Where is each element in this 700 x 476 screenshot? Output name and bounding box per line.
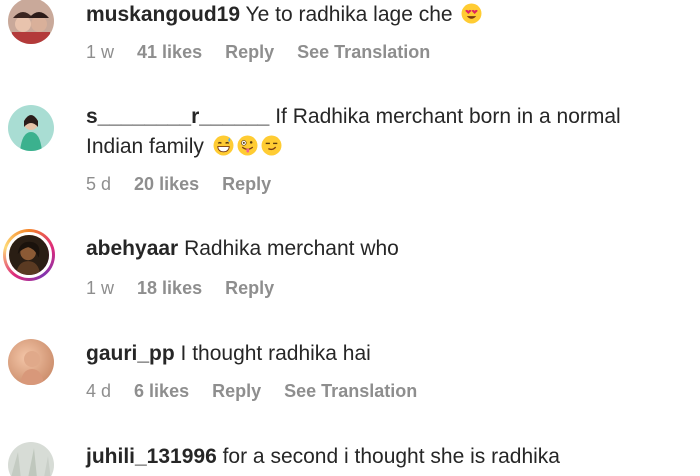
- avatar[interactable]: [8, 105, 54, 151]
- username-link[interactable]: juhili_131996: [86, 445, 217, 468]
- avatar[interactable]: [8, 442, 54, 476]
- comment-meta: 1 w 18 likes Reply: [86, 276, 292, 300]
- comment-text: gauri_pp I thought radhika hai: [86, 339, 371, 369]
- comment-text: abehyaar Radhika merchant who: [86, 234, 399, 264]
- avatar-image: [8, 339, 54, 385]
- avatar-image: [8, 442, 54, 476]
- username-link[interactable]: gauri_pp: [86, 342, 175, 365]
- comment-meta: 1 w 41 likes Reply See Translation: [86, 40, 448, 64]
- comment-body: I thought radhika hai: [180, 342, 371, 365]
- comment-text: s________r______ If Radhika merchant bor…: [86, 102, 621, 132]
- username-link[interactable]: s________r______: [86, 105, 269, 128]
- likes-count[interactable]: 18 likes: [137, 278, 202, 298]
- timestamp: 1 w: [86, 278, 115, 298]
- timestamp: 1 w: [86, 42, 115, 62]
- grin-sweat-emoji-icon: [213, 135, 234, 156]
- comment-body: Ye to radhika lage che: [245, 3, 453, 26]
- reply-button[interactable]: Reply: [225, 278, 274, 298]
- timestamp: 5 d: [86, 174, 112, 194]
- username-link[interactable]: muskangoud19: [86, 3, 240, 26]
- comment-body: for a second i thought she is radhika: [222, 445, 560, 468]
- comment-meta: 4 d 6 likes Reply See Translation: [86, 379, 435, 403]
- reply-button[interactable]: Reply: [225, 42, 274, 62]
- comment-text: juhili_131996 for a second i thought she…: [86, 442, 560, 472]
- likes-count[interactable]: 41 likes: [137, 42, 202, 62]
- comment-text-line-2: Indian family: [86, 132, 282, 162]
- avatar-image: [8, 105, 54, 151]
- comment-item: muskangoud19 Ye to radhika lage che 1 w …: [0, 0, 700, 90]
- avatar-image: [8, 0, 54, 44]
- comment-body: Radhika merchant who: [184, 237, 399, 260]
- comment-item: abehyaar Radhika merchant who 1 w 18 lik…: [0, 229, 700, 322]
- avatar[interactable]: [8, 0, 54, 44]
- comment-item: juhili_131996 for a second i thought she…: [0, 440, 700, 476]
- avatar[interactable]: [8, 339, 54, 385]
- comment-body: If Radhika merchant born in a normal: [275, 105, 621, 128]
- zany-face-emoji-icon: [237, 135, 258, 156]
- likes-count[interactable]: 6 likes: [134, 381, 189, 401]
- comment-meta: 5 d 20 likes Reply: [86, 172, 289, 196]
- heart-eyes-emoji-icon: [461, 3, 482, 24]
- avatar-image: [9, 235, 49, 275]
- comment-text: muskangoud19 Ye to radhika lage che: [86, 0, 482, 30]
- smirk-emoji-icon: [261, 135, 282, 156]
- comment-item: s________r______ If Radhika merchant bor…: [0, 100, 700, 210]
- timestamp: 4 d: [86, 381, 112, 401]
- reply-button[interactable]: Reply: [212, 381, 261, 401]
- see-translation-button[interactable]: See Translation: [284, 381, 417, 401]
- comment-item: gauri_pp I thought radhika hai 4 d 6 lik…: [0, 337, 700, 427]
- see-translation-button[interactable]: See Translation: [297, 42, 430, 62]
- avatar-with-story-ring[interactable]: [3, 229, 55, 281]
- comment-body-continued: Indian family: [86, 135, 204, 158]
- likes-count[interactable]: 20 likes: [134, 174, 199, 194]
- reply-button[interactable]: Reply: [222, 174, 271, 194]
- username-link[interactable]: abehyaar: [86, 237, 178, 260]
